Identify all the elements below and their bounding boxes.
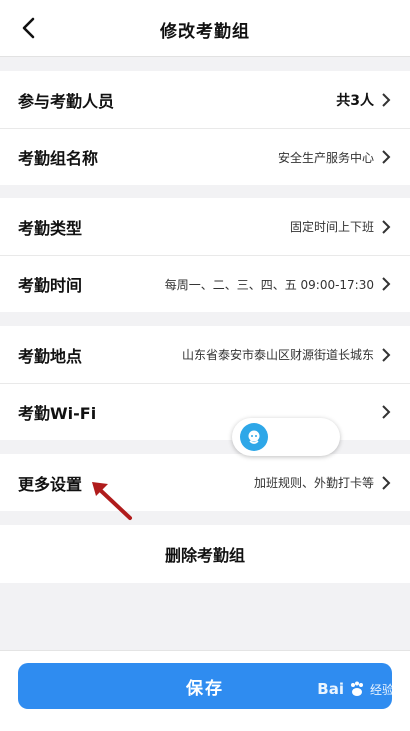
row-value: 共3人 [336, 92, 374, 109]
watermark-suffix: 经验 [369, 682, 394, 697]
row-label: 更多设置 [18, 474, 83, 494]
row-attendance-location[interactable]: 考勤地点 山东省泰安市泰山区财源街道长城东 [0, 326, 410, 383]
row-label: 参与考勤人员 [18, 91, 115, 111]
watermark-brand: Bai [317, 680, 344, 698]
row-label: 考勤地点 [18, 346, 83, 366]
row-value: 山东省泰安市泰山区财源街道长城东 [181, 348, 374, 362]
chevron-right-icon [382, 405, 391, 419]
baidu-watermark: Bai 经验 [317, 680, 394, 698]
chevron-right-icon [382, 150, 391, 164]
chevron-right-icon [382, 219, 391, 234]
row-label: 考勤类型 [18, 218, 83, 238]
row-label: 考勤时间 [18, 276, 83, 295]
assistant-bubble-icon[interactable] [240, 423, 268, 451]
delete-group-button[interactable]: 删除考勤组 [0, 525, 410, 583]
group-attendance-basic: 参与考勤人员 共3人 考勤组名称 安全生产服务中心 [0, 71, 410, 185]
chevron-right-icon [382, 92, 391, 107]
row-value: 每周一、二、三、四、五 09:00-17:30 [164, 277, 374, 292]
row-attendance-type[interactable]: 考勤类型 固定时间上下班 [0, 198, 410, 255]
row-value: 安全生产服务中心 [277, 150, 374, 165]
row-attendance-wifi[interactable]: 考勤Wi-Fi [0, 383, 410, 440]
row-label: 考勤Wi-Fi [18, 404, 97, 423]
group-attendance-location: 考勤地点 山东省泰安市泰山区财源街道长城东 考勤Wi-Fi [0, 326, 410, 440]
chevron-right-icon [382, 347, 391, 362]
group-more-settings: 更多设置 加班规则、外勤打卡等 [0, 454, 410, 511]
row-value: 固定时间上下班 [289, 220, 374, 234]
top-bar: 修改考勤组 [0, 0, 410, 57]
chevron-right-icon [382, 475, 391, 490]
annotation-arrow-icon [92, 482, 132, 520]
row-attendance-time[interactable]: 考勤时间 每周一、二、三、四、五 09:00-17:30 [0, 255, 410, 312]
page-title: 修改考勤组 [160, 22, 250, 42]
row-more-settings[interactable]: 更多设置 加班规则、外勤打卡等 [0, 454, 410, 511]
row-attendance-members[interactable]: 参与考勤人员 共3人 [0, 71, 410, 128]
chevron-right-icon [382, 277, 391, 291]
group-attendance-schedule: 考勤类型 固定时间上下班 考勤时间 每周一、二、三、四、五 09:00-17:3… [0, 198, 410, 312]
row-value: 加班规则、外勤打卡等 [253, 476, 374, 490]
paw-icon [350, 681, 363, 696]
row-group-name[interactable]: 考勤组名称 安全生产服务中心 [0, 128, 410, 185]
row-label: 考勤组名称 [18, 149, 99, 168]
